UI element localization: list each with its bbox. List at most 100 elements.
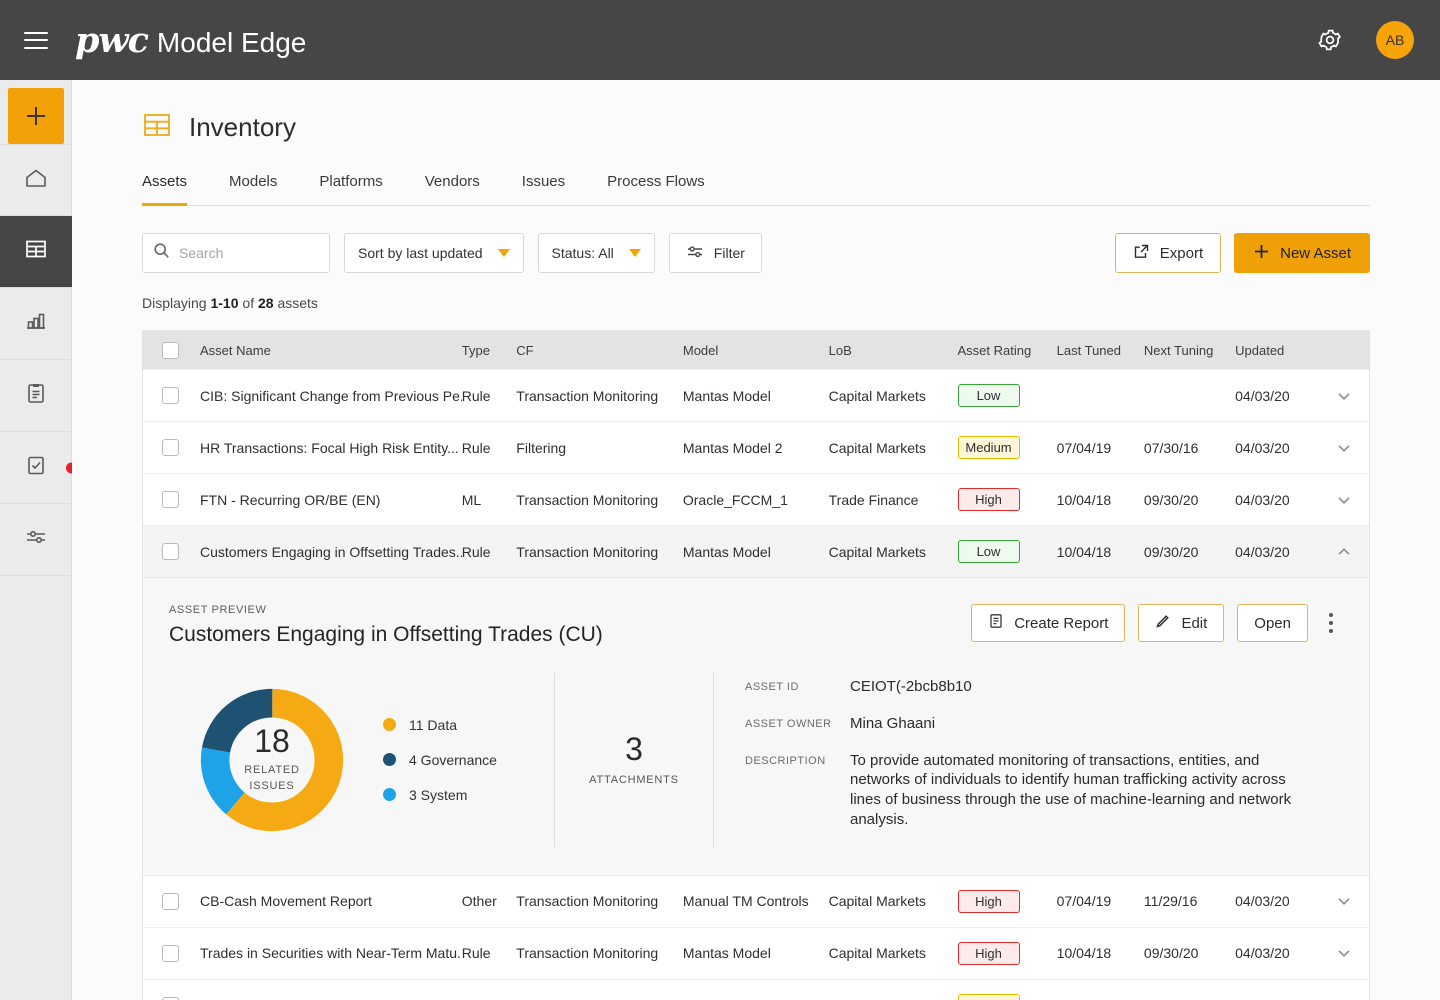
table-row[interactable]: CB-Cash Movement Report Other Transactio… — [143, 874, 1369, 927]
cell-lob: Trade Finance — [828, 491, 919, 508]
cell-type: Rule — [461, 945, 491, 962]
table-row[interactable]: Customers Engaging in Offsetting Trades.… — [143, 525, 1369, 577]
chevron-down-icon — [628, 249, 641, 257]
column-model[interactable]: Model — [683, 343, 829, 358]
metadata-row: ASSET ID CEIOT(-2bcb8b10 — [745, 677, 1341, 697]
toolbar: Sort by last updated Status: All Filter — [142, 233, 1370, 273]
summary-mid: of — [238, 295, 258, 311]
row-collapse-toggle[interactable] — [1319, 543, 1369, 561]
row-expand-toggle[interactable] — [1319, 996, 1369, 1000]
cell-type: Other — [461, 893, 497, 910]
cell-asset-name: FTN - Recurring OR/BE (EN) — [200, 491, 381, 508]
status-badge: Low — [957, 384, 1020, 407]
cell-cf: Transaction Monitoring — [516, 543, 659, 560]
row-expand-toggle[interactable] — [1319, 944, 1369, 962]
attachments-widget: 3 ATTACHMENTS — [554, 673, 714, 847]
tab-assets[interactable]: Assets — [142, 173, 188, 206]
tab-models[interactable]: Models — [229, 173, 277, 206]
cell-lob: Capital Markets — [828, 945, 926, 962]
grid-icon — [23, 236, 49, 267]
row-checkbox[interactable] — [162, 892, 179, 910]
pencil-icon — [1155, 613, 1171, 633]
column-asset-name[interactable]: Asset Name — [179, 343, 462, 358]
column-next-tuning[interactable]: Next Tuning — [1144, 343, 1235, 358]
asset-metadata: ASSET ID CEIOT(-2bcb8b10 ASSET OWNER Min… — [714, 673, 1341, 847]
asset-preview-panel: ASSET PREVIEW Customers Engaging in Offs… — [143, 577, 1369, 875]
column-lob[interactable]: LoB — [829, 343, 958, 358]
column-type[interactable]: Type — [462, 343, 517, 358]
sidebar-item-inventory[interactable] — [0, 216, 72, 288]
tab-vendors[interactable]: Vendors — [425, 173, 480, 206]
row-expand-toggle[interactable] — [1319, 387, 1369, 405]
page-title: Inventory — [189, 112, 296, 142]
metadata-value: Mina Ghaani — [850, 714, 936, 732]
row-checkbox[interactable] — [162, 944, 179, 962]
sort-dropdown-label: Sort by last updated — [358, 245, 483, 261]
cell-next-tuning: 09/30/20 — [1143, 945, 1199, 962]
row-checkbox[interactable] — [162, 387, 179, 404]
table-row[interactable]: HR Transactions: Focal High Risk Entity.… — [143, 421, 1369, 473]
legend-label: 3 System — [409, 786, 468, 803]
status-badge: Low — [957, 540, 1020, 563]
cell-cf: Transaction Monitoring — [516, 387, 659, 404]
export-button-label: Export — [1159, 244, 1204, 262]
hamburger-icon[interactable] — [24, 31, 48, 49]
edit-button[interactable]: Edit — [1138, 604, 1225, 642]
column-asset-rating[interactable]: Asset Rating — [958, 343, 1057, 358]
create-report-button[interactable]: Create Report — [971, 604, 1126, 642]
row-expand-toggle[interactable] — [1319, 439, 1369, 457]
row-checkbox[interactable] — [162, 543, 179, 560]
cell-asset-rating: High — [957, 488, 1057, 511]
new-asset-button[interactable]: New Asset — [1234, 233, 1370, 273]
search-box[interactable] — [142, 233, 330, 273]
sidebar-item-analytics[interactable] — [0, 288, 72, 360]
add-new-button[interactable] — [7, 88, 64, 144]
row-checkbox[interactable] — [162, 439, 179, 456]
left-nav-rail — [0, 80, 77, 1000]
status-badge: Medium — [957, 436, 1020, 459]
row-checkbox[interactable] — [162, 491, 179, 508]
export-button[interactable]: Export — [1114, 233, 1222, 273]
cell-asset-name: Trades in Securities with Near-Term Matu… — [200, 945, 462, 962]
sidebar-item-reports[interactable] — [0, 360, 72, 432]
cell-asset-rating: High — [957, 889, 1057, 913]
metadata-label: DESCRIPTION — [745, 754, 826, 767]
column-cf[interactable]: CF — [516, 343, 683, 358]
clipboard-icon — [23, 380, 49, 411]
open-button[interactable]: Open — [1237, 604, 1308, 642]
sidebar-item-home[interactable] — [0, 144, 72, 216]
tab-process-flows[interactable]: Process Flows — [607, 173, 705, 206]
table-row[interactable]: US WL WIRE Filtering Platform Rule Filte… — [143, 978, 1369, 1000]
sort-dropdown[interactable]: Sort by last updated — [344, 233, 524, 273]
column-updated[interactable]: Updated — [1235, 343, 1319, 358]
assets-table: Asset Name Type CF Model LoB Asset Ratin… — [142, 330, 1370, 1000]
table-row[interactable]: CIB: Significant Change from Previous Pe… — [143, 369, 1369, 421]
kebab-menu-icon[interactable] — [1321, 607, 1341, 639]
document-icon — [988, 613, 1004, 633]
row-expand-toggle[interactable] — [1319, 491, 1369, 509]
table-row[interactable]: Trades in Securities with Near-Term Matu… — [143, 926, 1369, 979]
column-last-tuned[interactable]: Last Tuned — [1057, 343, 1144, 358]
cell-type: Rule — [461, 439, 491, 456]
donut-legend: 11 Data 4 Governance 3 System — [383, 717, 497, 803]
bar-chart-icon — [23, 308, 49, 339]
status-dropdown[interactable]: Status: All — [537, 233, 655, 273]
table-row[interactable]: FTN - Recurring OR/BE (EN) ML Transactio… — [143, 473, 1369, 525]
tab-issues[interactable]: Issues — [522, 173, 565, 206]
summary-range: 1-10 — [210, 295, 239, 311]
filter-button[interactable]: Filter — [668, 233, 762, 273]
metadata-value: CEIOT(-2bcb8b10 — [850, 678, 972, 695]
metadata-label: ASSET OWNER — [745, 717, 832, 730]
status-badge: High — [957, 941, 1020, 965]
asset-preview-body: 18 RELATED ISSUES 11 Data 4 Governance 3… — [143, 673, 1369, 847]
avatar[interactable]: AB — [1376, 21, 1414, 59]
sidebar-item-settings[interactable] — [0, 504, 72, 576]
gear-icon[interactable] — [1317, 27, 1343, 53]
open-label: Open — [1254, 614, 1291, 632]
row-expand-toggle[interactable] — [1319, 892, 1369, 910]
asset-preview-header: ASSET PREVIEW Customers Engaging in Offs… — [143, 604, 1369, 647]
tab-platforms[interactable]: Platforms — [319, 173, 382, 206]
select-all-checkbox[interactable] — [162, 341, 179, 359]
search-input[interactable] — [179, 245, 319, 261]
sidebar-item-tasks[interactable] — [0, 432, 77, 504]
